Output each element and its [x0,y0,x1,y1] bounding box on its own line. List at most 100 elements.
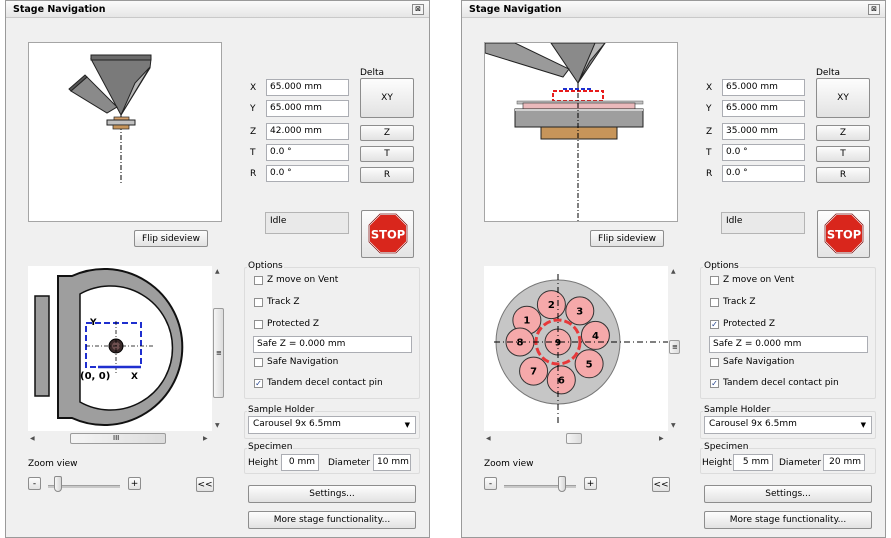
flip-sideview-button[interactable]: Flip sideview [590,230,664,247]
sample-holder-value: Carousel 9x 6.5mm [253,419,341,429]
delta-t-button[interactable]: T [816,146,870,162]
z-move-on-vent-checkbox[interactable]: Z move on Vent [710,275,794,285]
zoom-slider-thumb[interactable] [558,476,567,492]
zoom-view-label: Zoom view [484,459,534,469]
stop-button[interactable]: STOP [817,210,870,258]
scroll-down-icon[interactable]: ▼ [215,422,220,429]
delta-r-button[interactable]: R [816,167,870,183]
protected-z-checkbox[interactable]: Protected Z [254,319,319,329]
coord-x-field[interactable]: 65.000 mm [722,79,805,96]
collapse-button[interactable]: << [196,477,214,492]
coord-z-field[interactable]: 35.000 mm [722,123,805,140]
vertical-scroll-thumb[interactable]: ≡ [213,308,224,398]
tandem-decel-checkbox[interactable]: ✓ Tandem decel contact pin [254,378,383,388]
checkbox-label: Tandem decel contact pin [723,378,839,388]
track-z-checkbox[interactable]: Track Z [710,297,756,307]
stop-button[interactable]: STOP [361,210,414,258]
specimen-title: Specimen [703,442,750,452]
status-box: Idle [265,212,349,234]
coord-r-field[interactable]: 0.0 ° [266,165,349,182]
delta-xy-button[interactable]: XY [360,78,414,118]
delta-label: Delta [816,68,841,78]
checkbox-label: Protected Z [723,319,776,329]
coord-t-field[interactable]: 0.0 ° [266,144,349,161]
sample-holder-select[interactable]: Carousel 9x 6.5mm ▼ [248,416,416,434]
close-icon[interactable]: ⊠ [412,4,424,15]
track-z-checkbox[interactable]: Track Z [254,297,300,307]
protected-z-checkbox[interactable]: ✓ Protected Z [710,319,775,329]
topview-canvas[interactable]: 1 2 3 4 5 6 7 8 9 [484,266,668,431]
safe-navigation-checkbox[interactable]: Safe Navigation [710,357,794,367]
scroll-up-icon[interactable]: ▲ [215,268,220,275]
topview-horizontal-scrollbar[interactable]: ◀ III ▶ [28,433,212,444]
scroll-down-icon[interactable]: ▼ [671,422,676,429]
delta-z-button[interactable]: Z [816,125,870,141]
checkbox-box[interactable] [254,357,263,367]
checkbox-box[interactable] [710,357,719,367]
safe-z-field[interactable]: Safe Z = 0.000 mm [709,336,868,353]
horizontal-scroll-thumb[interactable] [566,433,582,444]
checkbox-box[interactable] [710,275,719,285]
more-stage-functionality-button[interactable]: More stage functionality... [704,511,872,529]
delta-t-button[interactable]: T [360,146,414,162]
delta-z-button[interactable]: Z [360,125,414,141]
zoom-in-button[interactable]: + [584,477,597,490]
settings-button[interactable]: Settings... [248,485,416,503]
topview-canvas[interactable]: Y (0, 0) X [28,266,212,431]
flip-sideview-button[interactable]: Flip sideview [134,230,208,247]
delta-xy-button[interactable]: XY [816,78,870,118]
checkmark-icon[interactable]: ✓ [710,378,719,388]
checkmark-icon[interactable]: ✓ [710,319,719,329]
scroll-up-icon[interactable]: ▲ [671,268,676,275]
sample-holder-select[interactable]: Carousel 9x 6.5mm ▼ [704,416,872,434]
scroll-left-icon[interactable]: ◀ [486,435,491,442]
diameter-field[interactable]: 10 mm [373,454,411,471]
safe-z-field[interactable]: Safe Z = 0.000 mm [253,336,412,353]
coord-r-field[interactable]: 0.0 ° [722,165,805,182]
zoom-out-button[interactable]: - [28,477,41,490]
status-box: Idle [721,212,805,234]
horizontal-scroll-thumb[interactable]: III [70,433,166,444]
scroll-right-icon[interactable]: ▶ [203,435,208,442]
height-field[interactable]: 5 mm [733,454,773,471]
checkbox-box[interactable] [254,319,263,329]
zoom-in-button[interactable]: + [128,477,141,490]
height-field[interactable]: 0 mm [281,454,319,471]
coord-r-label: R [706,169,713,179]
more-stage-functionality-button[interactable]: More stage functionality... [248,511,416,529]
sideview-canvas[interactable] [28,42,222,222]
safe-navigation-checkbox[interactable]: Safe Navigation [254,357,338,367]
x-axis-label: X [131,372,138,382]
checkbox-box[interactable] [254,297,263,307]
collapse-button[interactable]: << [652,477,670,492]
window-title: Stage Navigation [469,4,562,15]
zoom-out-button[interactable]: - [484,477,497,490]
topview-horizontal-scrollbar[interactable]: ◀ ▶ [484,433,668,444]
zoom-view-label: Zoom view [28,459,78,469]
topview-vertical-scrollbar[interactable]: ▲ ≡ ▼ [668,266,681,431]
zoom-slider-thumb[interactable] [54,476,63,492]
carousel-position-label: 6 [558,375,565,386]
carousel-position-label: 1 [523,316,530,327]
coord-z-field[interactable]: 42.000 mm [266,123,349,140]
checkmark-icon[interactable]: ✓ [254,378,263,388]
diameter-field[interactable]: 20 mm [823,454,865,471]
delta-r-button[interactable]: R [360,167,414,183]
coord-x-field[interactable]: 65.000 mm [266,79,349,96]
scroll-right-icon[interactable]: ▶ [659,435,664,442]
coord-t-field[interactable]: 0.0 ° [722,144,805,161]
close-icon[interactable]: ⊠ [868,4,880,15]
tandem-decel-checkbox[interactable]: ✓ Tandem decel contact pin [710,378,839,388]
carousel-position-label: 4 [592,331,599,342]
scroll-left-icon[interactable]: ◀ [30,435,35,442]
sideview-canvas[interactable] [484,42,678,222]
topview-vertical-scrollbar[interactable]: ▲ ≡ ▼ [212,266,225,431]
vertical-scroll-thumb[interactable]: ≡ [669,340,680,354]
stop-sign-icon: STOP [368,213,408,254]
checkbox-box[interactable] [254,275,263,285]
coord-y-field[interactable]: 65.000 mm [722,100,805,117]
coord-y-field[interactable]: 65.000 mm [266,100,349,117]
checkbox-box[interactable] [710,297,719,307]
settings-button[interactable]: Settings... [704,485,872,503]
z-move-on-vent-checkbox[interactable]: Z move on Vent [254,275,338,285]
